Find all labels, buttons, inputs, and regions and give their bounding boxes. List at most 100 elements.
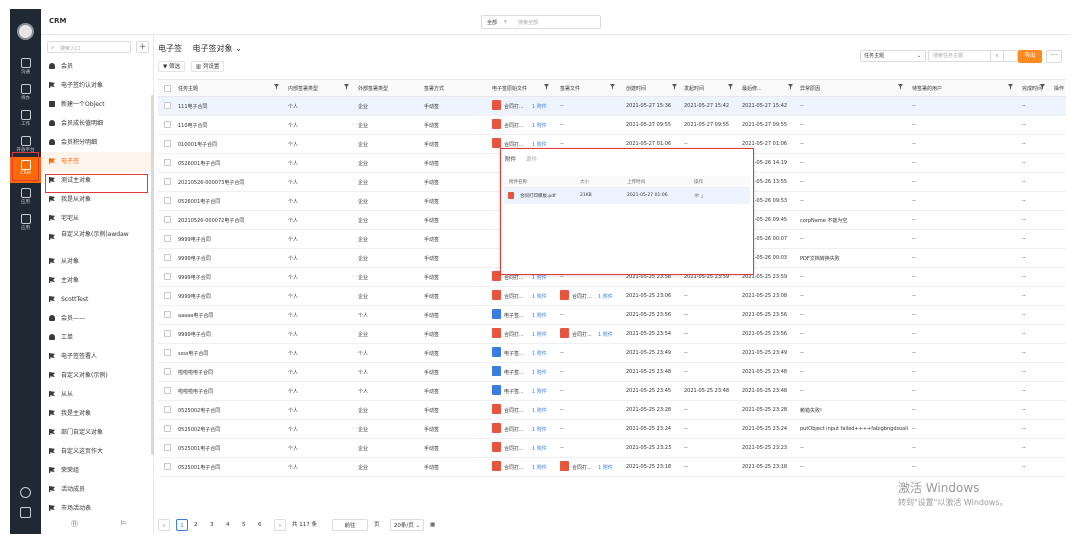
cell-subject[interactable]: 9999电子合同 [178, 274, 211, 281]
original-file-name[interactable]: 电子签... [504, 312, 524, 319]
sidebar-item-3[interactable]: 会员成长值明细 [41, 114, 154, 133]
page-3[interactable]: 3 [210, 519, 220, 531]
row-checkbox[interactable] [164, 159, 171, 166]
row-checkbox[interactable] [164, 330, 171, 337]
sidebar-item-8[interactable]: 宅宅从 [41, 209, 154, 228]
row-checkbox[interactable] [164, 349, 171, 356]
page-1[interactable]: 1 [176, 519, 188, 531]
cell-subject[interactable]: 111电子合同 [178, 103, 208, 110]
row-checkbox[interactable] [164, 178, 171, 185]
original-file-attachment-link[interactable]: 1 附件 [532, 464, 547, 471]
row-checkbox[interactable] [164, 311, 171, 318]
column-header[interactable]: 待签署的用户 [912, 85, 942, 92]
sidebar-footer-right-icon[interactable]: ⊨ [121, 519, 127, 527]
rail-item-6[interactable]: 应用 [10, 211, 41, 237]
global-search[interactable]: 全部 ▾ 搜索全部 [481, 15, 601, 29]
cell-subject[interactable]: 0526001电子合同 [178, 198, 220, 205]
table-row[interactable]: 啦啦啦电子合同 个人 个人 手动签 电子签... 1 附件 -- 2021-05-25 23:… [158, 363, 1066, 382]
page-6[interactable]: 6 [258, 519, 268, 531]
cell-subject[interactable]: 0525002电子合同 [178, 426, 220, 433]
original-file-attachment-link[interactable]: 1 附件 [532, 407, 547, 414]
sidebar-search-input[interactable]: ⌕ 搜索入口 [47, 41, 131, 53]
preview-download-icons[interactable]: 👁 ⤓ [694, 193, 703, 199]
original-file-attachment-link[interactable]: 1 附件 [532, 369, 547, 376]
cell-subject[interactable]: 啦啦啦电子合同 [178, 369, 213, 376]
row-checkbox[interactable] [164, 216, 171, 223]
original-file-attachment-link[interactable]: 1 附件 [532, 426, 547, 433]
filter-icon[interactable] [672, 84, 677, 89]
table-row[interactable]: 111电子合同 个人 企业 手动签 合同打... 1 附件 -- 2021-05-27 15:… [158, 97, 1066, 116]
cell-subject[interactable]: 20210526-000073电子合同 [178, 179, 244, 186]
cell-subject[interactable]: 9999电子合同 [178, 236, 211, 243]
column-header[interactable]: 发起时间 [684, 85, 704, 92]
column-header[interactable]: 操作 [1054, 85, 1064, 92]
row-checkbox[interactable] [164, 273, 171, 280]
page-size-select[interactable]: 20条/页 ⌄ [390, 519, 424, 531]
page-4[interactable]: 4 [226, 519, 236, 531]
original-file-name[interactable]: 合同打... [504, 464, 524, 471]
table-row[interactable]: ssss电子合同 个人 个人 手动签 电子签... 1 附件 -- 2021-05-25 23… [158, 344, 1066, 363]
original-file-attachment-link[interactable]: 1 附件 [532, 293, 547, 300]
row-checkbox[interactable] [164, 444, 171, 451]
column-header[interactable]: 任务主题 [178, 85, 198, 92]
sidebar-item-16[interactable]: 自定义对象(示例) [41, 366, 154, 385]
original-file-name[interactable]: 电子签... [504, 369, 524, 376]
row-checkbox[interactable] [164, 121, 171, 128]
rail-item-1[interactable]: 待办 [10, 81, 41, 107]
original-file-attachment-link[interactable]: 1 附件 [532, 122, 547, 129]
column-header[interactable]: 外部签署类型 [358, 85, 388, 92]
sidebar-item-11[interactable]: 主对象 [41, 271, 154, 290]
cell-subject[interactable]: 0526001电子合同 [178, 160, 220, 167]
filter-icon[interactable] [544, 84, 549, 89]
add-button[interactable]: + [136, 41, 149, 53]
row-checkbox[interactable] [164, 254, 171, 261]
cell-subject[interactable]: 0525001电子合同 [178, 464, 220, 471]
select-all-checkbox[interactable] [164, 85, 171, 92]
page-2[interactable]: 2 [194, 519, 204, 531]
table-row[interactable]: 0525002电子合同 个人 企业 手动签 合同打... 1 附件 -- 2021-05-25… [158, 401, 1066, 420]
rail-item-2[interactable]: 工作 [10, 107, 41, 133]
original-file-attachment-link[interactable]: 1 附件 [532, 350, 547, 357]
original-file-name[interactable]: 电子签... [504, 388, 524, 395]
original-file-name[interactable]: 合同打... [504, 331, 524, 338]
cell-subject[interactable]: 0525002电子合同 [178, 407, 220, 414]
sidebar-item-17[interactable]: 从从 [41, 385, 154, 404]
original-file-name[interactable]: 合同打... [504, 141, 524, 148]
cell-subject[interactable]: 20210526-000072电子合同 [178, 217, 244, 224]
original-file-name[interactable]: 合同打... [504, 407, 524, 414]
column-header[interactable]: 完成时间 [1022, 85, 1042, 92]
column-header[interactable]: 最后修... [742, 85, 762, 92]
page-5[interactable]: 5 [242, 519, 252, 531]
row-checkbox[interactable] [164, 463, 171, 470]
row-checkbox[interactable] [164, 425, 171, 432]
cell-subject[interactable]: 0525001电子合同 [178, 445, 220, 452]
original-file-attachment-link[interactable]: 1 附件 [532, 331, 547, 338]
avatar[interactable] [17, 23, 34, 40]
original-file-name[interactable]: 合同打... [504, 293, 524, 300]
search-field-select[interactable]: 任务主题 ⌄ [860, 50, 926, 62]
table-row[interactable]: 啦啦啦电子合同 个人 个人 手动签 电子签... 1 附件 -- 2021-05-25 23:… [158, 382, 1066, 401]
tab-source[interactable]: 源件 [526, 155, 537, 163]
rail-item-5[interactable]: 应用 [10, 185, 41, 211]
sidebar-item-22[interactable]: 活动成员 [41, 480, 154, 499]
sidebar-item-2[interactable]: 新建一个Object [41, 95, 154, 114]
chevron-down-icon[interactable]: ▾ [504, 19, 507, 25]
sidebar-item-18[interactable]: 我是主对象 [41, 404, 154, 423]
search-icon[interactable]: ⌕ [990, 50, 1004, 62]
signed-file-attachment-link[interactable]: 1 附件 [598, 464, 613, 471]
sidebar-item-15[interactable]: 电子签签署人 [41, 347, 154, 366]
row-checkbox[interactable] [164, 197, 171, 204]
sidebar-item-9[interactable]: 自定义对象(示例)awdaw [41, 228, 154, 252]
column-header[interactable]: 签署文件 [560, 85, 580, 92]
row-checkbox[interactable] [164, 235, 171, 242]
column-header[interactable]: 异常原因 [800, 85, 820, 92]
column-header[interactable]: 创建时间 [626, 85, 646, 92]
sidebar-item-12[interactable]: ScottTest [41, 290, 154, 309]
column-header[interactable]: 签署方式 [424, 85, 444, 92]
filter-icon[interactable] [344, 84, 349, 89]
table-row[interactable]: 0525001电子合同 个人 企业 手动签 合同打... 1 附件 -- 2021-05-25… [158, 439, 1066, 458]
global-search-input[interactable]: 搜索全部 [518, 19, 538, 26]
table-row[interactable]: 110电子合同 个人 企业 手动签 合同打... 1 附件 -- 2021-05-27 09:… [158, 116, 1066, 135]
table-row[interactable]: aaaaa电子合同 个人 个人 手动签 电子签... 1 附件 -- 2021-05-25 2… [158, 306, 1066, 325]
row-checkbox[interactable] [164, 102, 171, 109]
